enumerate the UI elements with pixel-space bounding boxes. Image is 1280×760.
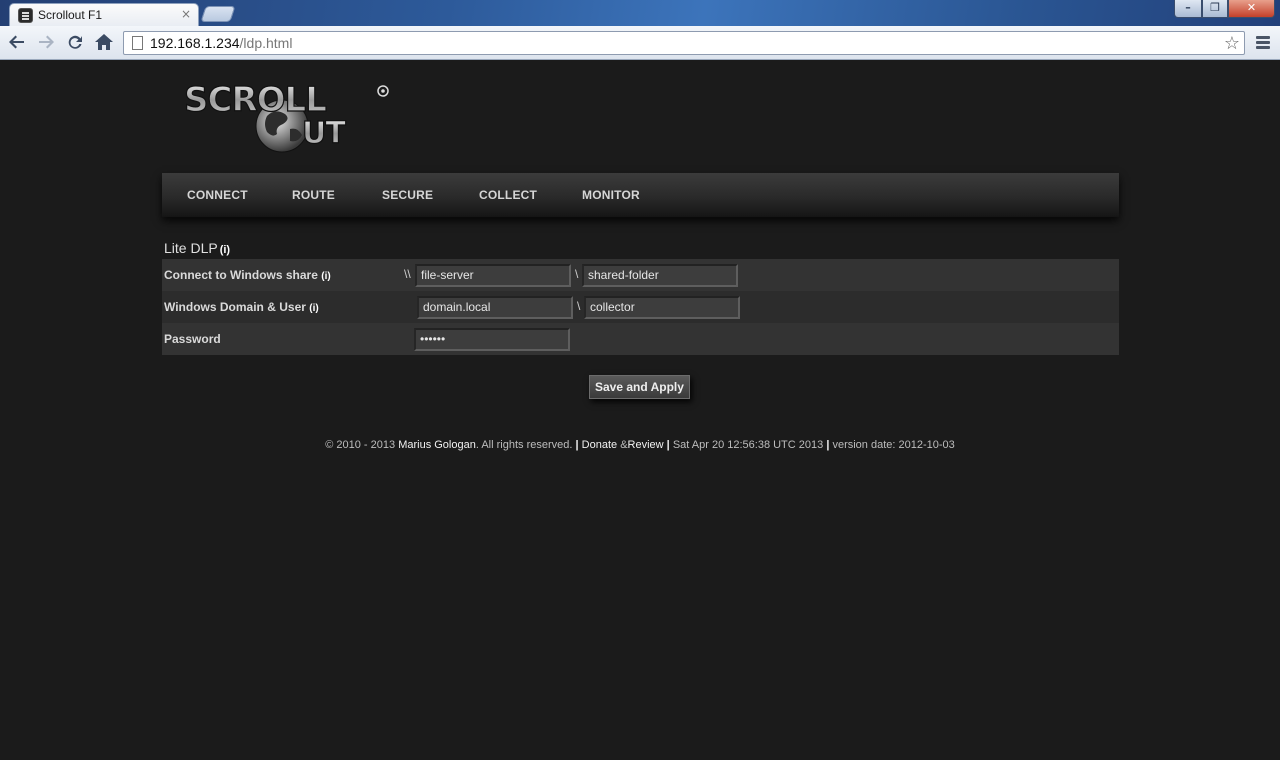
window-titlebar: Scrollout F1 × – ❐ ✕ — [0, 0, 1280, 26]
home-icon[interactable] — [93, 32, 115, 54]
section-title-text: Lite DLP — [164, 240, 218, 256]
domain-row: Windows Domain & User (i) domain.local \… — [162, 291, 1119, 323]
browser-menu-icon[interactable] — [1256, 36, 1270, 50]
user-input[interactable]: collector — [584, 296, 740, 319]
author-link[interactable]: Marius Gologan — [398, 439, 476, 451]
restore-icon: ❐ — [1210, 1, 1220, 14]
url-text: 192.168.1.234/ldp.html — [150, 35, 293, 51]
amp-text: & — [620, 439, 628, 451]
new-tab-button[interactable] — [200, 6, 236, 22]
address-bar[interactable]: 192.168.1.234/ldp.html ☆ — [123, 31, 1245, 55]
path-separator: \ — [575, 267, 579, 281]
path-separator: \ — [577, 299, 581, 313]
share-server-input[interactable]: file-server — [415, 264, 571, 287]
info-icon[interactable]: (i) — [321, 271, 330, 282]
info-icon[interactable]: (i) — [309, 303, 318, 314]
domain-input[interactable]: domain.local — [417, 296, 573, 319]
reload-icon[interactable] — [64, 32, 86, 54]
share-folder-input[interactable]: shared-folder — [582, 264, 738, 287]
main-nav: CONNECT ROUTE SECURE COLLECT MONITOR — [162, 173, 1119, 217]
bookmark-star-icon[interactable]: ☆ — [1224, 33, 1240, 54]
copyright-text: © 2010 - 2013 — [325, 439, 396, 451]
share-row: Connect to Windows share (i) \\ file-ser… — [162, 259, 1119, 291]
password-label: Password — [164, 332, 221, 346]
browser-tab[interactable]: Scrollout F1 × — [9, 3, 199, 26]
share-label: Connect to Windows share (i) — [164, 268, 331, 282]
minimize-icon: – — [1185, 1, 1191, 14]
nav-connect[interactable]: CONNECT — [187, 188, 248, 202]
close-window-button[interactable]: ✕ — [1228, 0, 1275, 18]
unc-prefix: \\ — [404, 267, 411, 281]
page-icon — [132, 36, 143, 50]
nav-route[interactable]: ROUTE — [292, 188, 335, 202]
password-input[interactable]: •••••• — [414, 328, 570, 351]
footer: © 2010 - 2013 Marius Gologan. All rights… — [325, 439, 955, 451]
date-text: Sat Apr 20 12:56:38 UTC 2013 — [672, 439, 824, 451]
donate-link[interactable]: Donate — [582, 439, 617, 451]
maximize-button[interactable]: ❐ — [1202, 0, 1228, 18]
scrollout-logo: SCROLL UT — [182, 79, 392, 155]
save-and-apply-button[interactable]: Save and Apply — [589, 375, 690, 399]
page-content: SCROLL UT CONNECT ROUTE SECURE COLLECT M… — [0, 61, 1280, 760]
forward-icon[interactable] — [35, 32, 57, 54]
version-text: version date: 2012-10-03 — [832, 439, 955, 451]
domain-label: Windows Domain & User (i) — [164, 300, 319, 314]
svg-text:SCROLL: SCROLL — [184, 81, 326, 120]
section-title: Lite DLP (i) — [164, 240, 230, 256]
review-link[interactable]: Review — [628, 439, 664, 451]
close-icon: ✕ — [1246, 1, 1257, 14]
info-icon[interactable]: (i) — [220, 244, 230, 256]
tab-title: Scrollout F1 — [38, 8, 103, 22]
tab-close-icon[interactable]: × — [181, 7, 191, 21]
svg-text:UT: UT — [302, 116, 346, 151]
nav-monitor[interactable]: MONITOR — [582, 188, 640, 202]
minimize-button[interactable]: – — [1174, 0, 1202, 18]
rights-text: . All rights reserved. — [475, 439, 573, 451]
nav-collect[interactable]: COLLECT — [479, 188, 537, 202]
password-row: Password •••••• — [162, 323, 1119, 355]
site-favicon-icon — [18, 8, 33, 23]
back-icon[interactable] — [6, 32, 28, 54]
nav-secure[interactable]: SECURE — [382, 188, 433, 202]
